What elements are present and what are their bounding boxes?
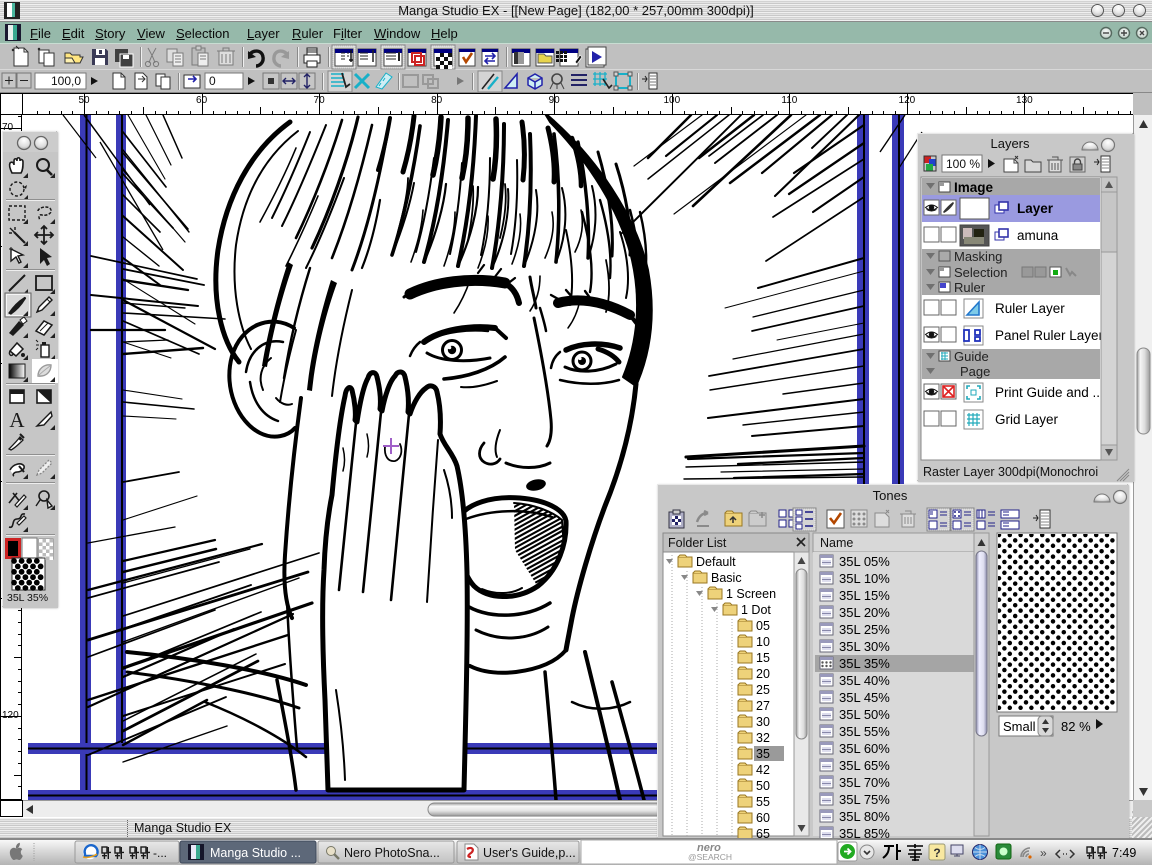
svg-text:Ruler Layer: Ruler Layer	[995, 301, 1065, 316]
svg-text:35L 60%: 35L 60%	[839, 741, 890, 756]
svg-text:Grid Layer: Grid Layer	[995, 412, 1059, 427]
svg-text:Small: Small	[1003, 719, 1036, 734]
svg-text:35L 10%: 35L 10%	[839, 571, 890, 586]
svg-text:35: 35	[756, 747, 770, 761]
svg-text:35L 35%: 35L 35%	[7, 592, 48, 604]
svg-text:Panel Ruler Layer: Panel Ruler Layer	[995, 328, 1104, 343]
svg-text:User's Guide,p...: User's Guide,p...	[483, 846, 576, 860]
svg-text:32: 32	[756, 731, 770, 745]
svg-text:35L 55%: 35L 55%	[839, 724, 890, 739]
svg-text:Page: Page	[960, 364, 990, 379]
svg-text:50: 50	[756, 779, 770, 793]
svg-text:Image: Image	[954, 180, 994, 195]
svg-text:35L 65%: 35L 65%	[839, 758, 890, 773]
svg-text:82 %: 82 %	[1061, 719, 1091, 734]
svg-text:7:49: 7:49	[1112, 846, 1136, 860]
svg-text:27: 27	[756, 699, 770, 713]
svg-text:Manga Studio ...: Manga Studio ...	[210, 846, 301, 860]
svg-text:»: »	[1040, 846, 1047, 860]
svg-text:15: 15	[756, 651, 770, 665]
svg-text:Name: Name	[820, 536, 853, 550]
svg-text:35L 25%: 35L 25%	[839, 622, 890, 637]
svg-text:Tones: Tones	[873, 488, 908, 503]
svg-text:Default: Default	[696, 555, 736, 569]
svg-text:amuna: amuna	[1017, 228, 1059, 243]
svg-text:Print Guide and ...: Print Guide and ...	[995, 385, 1104, 400]
svg-text:35L 40%: 35L 40%	[839, 673, 890, 688]
svg-text:Ruler: Ruler	[954, 280, 986, 295]
svg-text:100 %: 100 %	[946, 157, 980, 171]
svg-text:A: A	[9, 408, 25, 432]
svg-text:Selection: Selection	[954, 265, 1007, 280]
svg-text:35L 75%: 35L 75%	[839, 792, 890, 807]
svg-text:1 Dot: 1 Dot	[741, 603, 771, 617]
svg-text:35L 45%: 35L 45%	[839, 690, 890, 705]
svg-text:-...: -...	[153, 846, 167, 860]
svg-text:25: 25	[756, 683, 770, 697]
svg-text:35L 05%: 35L 05%	[839, 554, 890, 569]
svg-text:35L 50%: 35L 50%	[839, 707, 890, 722]
svg-text:30: 30	[756, 715, 770, 729]
svg-text:Guide: Guide	[954, 349, 989, 364]
svg-text:@SEARCH: @SEARCH	[688, 852, 732, 862]
svg-text:20: 20	[756, 667, 770, 681]
svg-text:05: 05	[756, 619, 770, 633]
svg-text:100,0: 100,0	[51, 74, 81, 88]
svg-text:Basic: Basic	[711, 571, 742, 585]
svg-text:1 Screen: 1 Screen	[726, 587, 776, 601]
svg-text:35L 35%: 35L 35%	[839, 656, 890, 671]
svg-text:35L 30%: 35L 30%	[839, 639, 890, 654]
svg-text:Layer: Layer	[1017, 201, 1054, 216]
svg-text:Nero PhotoSna...: Nero PhotoSna...	[344, 846, 440, 860]
svg-text:35L 80%: 35L 80%	[839, 809, 890, 824]
svg-text:Layers: Layers	[990, 136, 1030, 151]
svg-text:10: 10	[756, 635, 770, 649]
svg-text:42: 42	[756, 763, 770, 777]
svg-text:Masking: Masking	[954, 249, 1002, 264]
svg-text:60: 60	[756, 811, 770, 825]
svg-text:35L 15%: 35L 15%	[839, 588, 890, 603]
svg-text:35L 70%: 35L 70%	[839, 775, 890, 790]
svg-text:?: ?	[933, 846, 940, 860]
svg-text:Folder List: Folder List	[668, 536, 727, 550]
svg-text:Raster Layer 300dpi(Monochroi: Raster Layer 300dpi(Monochroi	[923, 465, 1098, 479]
svg-text:35L 20%: 35L 20%	[839, 605, 890, 620]
svg-text:55: 55	[756, 795, 770, 809]
svg-text:0: 0	[209, 74, 216, 88]
